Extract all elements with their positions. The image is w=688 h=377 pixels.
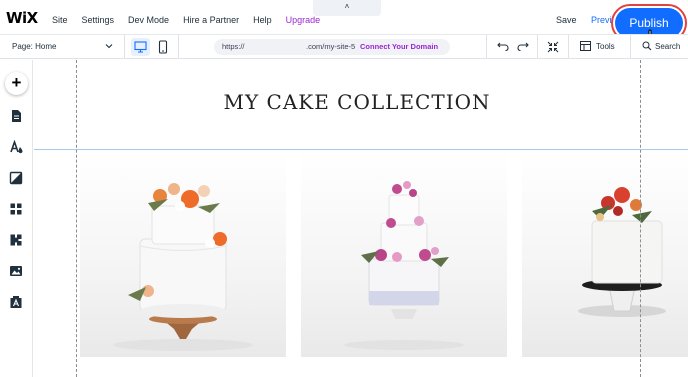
zoom-out-icon[interactable] [546, 40, 560, 54]
menu-dev-mode[interactable]: Dev Mode [128, 15, 169, 25]
top-menu-bar: WiX Site Settings Dev Mode Hire a Partne… [0, 0, 688, 52]
blog-icon[interactable] [9, 295, 23, 309]
tools-label: Tools [596, 41, 615, 51]
wix-logo[interactable]: WiX [6, 9, 38, 27]
undo-icon[interactable] [496, 40, 510, 54]
section-divider-guide [34, 149, 688, 150]
site-url-bar[interactable]: https:// .com/my-site-5 Connect Your Dom… [214, 39, 450, 55]
pages-icon[interactable] [9, 109, 23, 123]
chevron-down-icon[interactable] [104, 41, 114, 51]
redo-icon[interactable] [516, 40, 530, 54]
tools-button[interactable]: Tools [580, 41, 615, 51]
cake-orange-flowers-icon [113, 183, 253, 351]
connect-domain-link[interactable]: Connect Your Domain [360, 39, 438, 55]
divider [486, 35, 487, 59]
preview-button[interactable]: Preview [591, 15, 613, 25]
search-label: Search [655, 41, 681, 51]
page-selector[interactable]: Page: Home [12, 42, 56, 51]
search-icon [642, 41, 652, 51]
url-suffix: .com/my-site-5 [306, 42, 356, 51]
apps-icon[interactable] [9, 202, 23, 216]
left-sidebar: + [0, 60, 33, 377]
menu-upgrade[interactable]: Upgrade [286, 15, 321, 25]
cake-image-2[interactable] [301, 151, 507, 357]
menu-settings[interactable]: Settings [82, 15, 115, 25]
media-icon[interactable] [9, 264, 23, 278]
mobile-view-button[interactable] [156, 38, 170, 56]
tools-icon [580, 41, 591, 51]
grid-guide-left [76, 60, 77, 377]
divider [178, 35, 179, 59]
editor-canvas[interactable]: MY CAKE COLLECTION [34, 60, 688, 377]
save-button[interactable]: Save [556, 15, 577, 25]
mobile-icon [158, 40, 168, 54]
menu-site[interactable]: Site [52, 15, 68, 25]
grid-guide-right [640, 60, 641, 377]
menu-help[interactable]: Help [253, 15, 272, 25]
cake-pink-flowers-icon [344, 181, 464, 350]
divider [630, 35, 631, 59]
site-title[interactable]: MY CAKE COLLECTION [74, 90, 640, 114]
desktop-icon [134, 41, 147, 53]
divider [568, 35, 569, 59]
main-menu: Site Settings Dev Mode Hire a Partner He… [52, 15, 334, 25]
background-icon[interactable] [9, 171, 23, 185]
cake-image-3[interactable] [522, 151, 688, 357]
cake-image-1[interactable] [80, 151, 286, 357]
search-button[interactable]: Search [642, 41, 680, 51]
cake-red-flowers-icon [578, 187, 666, 317]
url-prefix: https:// [222, 42, 245, 51]
app-market-icon[interactable] [9, 233, 23, 247]
design-icon[interactable] [9, 140, 23, 154]
divider [124, 35, 125, 59]
divider [537, 35, 538, 59]
desktop-view-button[interactable] [131, 38, 150, 56]
collapse-toolbar-tab[interactable]: ˄ [313, 0, 381, 16]
editor-toolbar: Page: Home https:// .com/my-site-5 Conne… [0, 34, 688, 59]
add-elements-button[interactable]: + [5, 72, 28, 95]
menu-hire-a-partner[interactable]: Hire a Partner [183, 15, 239, 25]
